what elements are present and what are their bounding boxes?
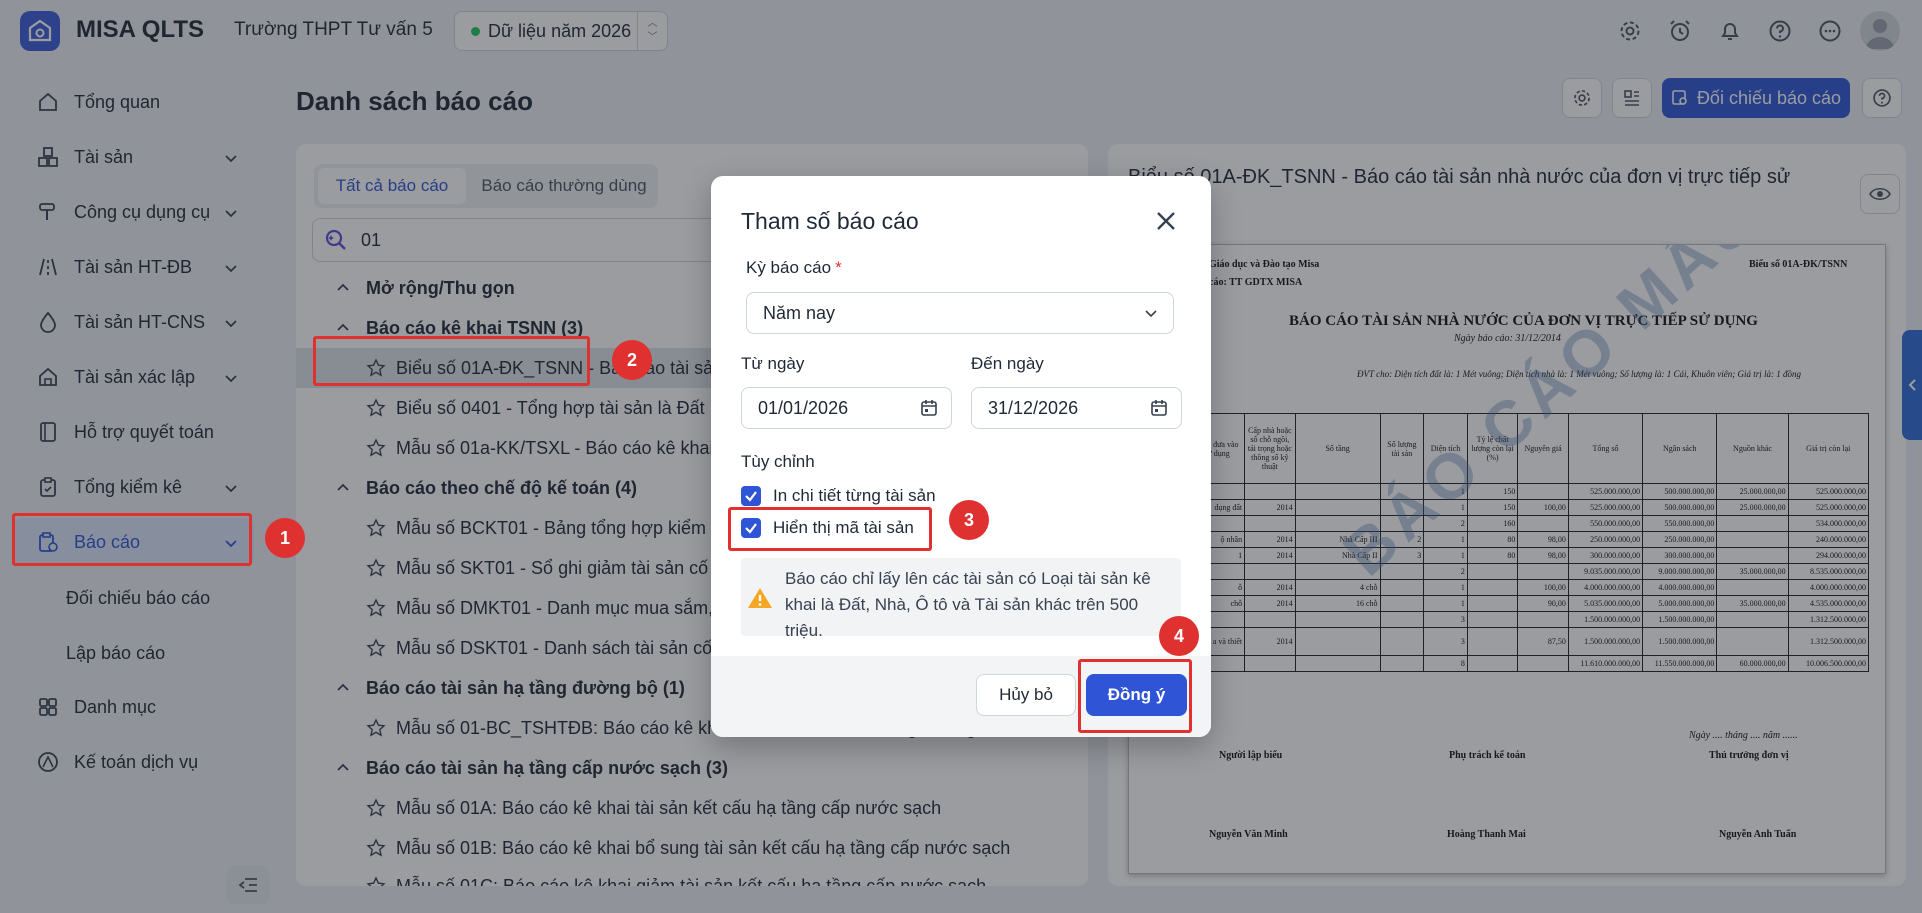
highlight-box-confirm xyxy=(1078,659,1192,733)
from-date-label: Từ ngày xyxy=(741,354,805,373)
cancel-button[interactable]: Hủy bỏ xyxy=(976,674,1076,716)
report-params-dialog: Tham số báo cáo Kỳ báo cáo * Năm nay Từ n… xyxy=(711,176,1211,737)
from-date-value: 01/01/2026 xyxy=(758,397,849,418)
checkbox-checked-icon[interactable] xyxy=(741,486,761,506)
warning-icon xyxy=(748,588,772,608)
highlight-box-report-item xyxy=(313,336,590,386)
info-note: Báo cáo chỉ lấy lên các tài sản có Loại … xyxy=(741,558,1181,640)
period-value: Năm nay xyxy=(763,302,836,323)
step-badge: 1 xyxy=(265,518,305,558)
option-detail-checkbox[interactable]: In chi tiết từng tài sản xyxy=(741,486,936,506)
to-date-value: 31/12/2026 xyxy=(988,397,1079,418)
period-label: Kỳ báo cáo * xyxy=(746,258,842,277)
calendar-icon xyxy=(921,400,937,416)
step-badge: 2 xyxy=(612,340,652,380)
close-button[interactable] xyxy=(1151,206,1181,236)
info-note-text: Báo cáo chỉ lấy lên các tài sản có Loại … xyxy=(785,569,1151,640)
required-mark: * xyxy=(835,258,842,277)
highlight-box-show-code xyxy=(728,507,932,551)
option-detail-label: In chi tiết từng tài sản xyxy=(773,486,936,505)
period-select[interactable]: Năm nay xyxy=(746,292,1174,334)
from-date-input[interactable]: 01/01/2026 xyxy=(741,387,952,429)
step-badge: 3 xyxy=(949,500,989,540)
step-badge: 4 xyxy=(1159,616,1199,656)
chevron-down-icon xyxy=(1145,310,1157,318)
highlight-box-reports xyxy=(12,513,252,566)
close-icon xyxy=(1157,212,1175,230)
calendar-icon xyxy=(1151,400,1167,416)
options-label: Tùy chỉnh xyxy=(741,452,815,471)
dialog-title: Tham số báo cáo xyxy=(741,208,919,234)
to-date-input[interactable]: 31/12/2026 xyxy=(971,387,1182,429)
to-date-label: Đến ngày xyxy=(971,354,1044,373)
